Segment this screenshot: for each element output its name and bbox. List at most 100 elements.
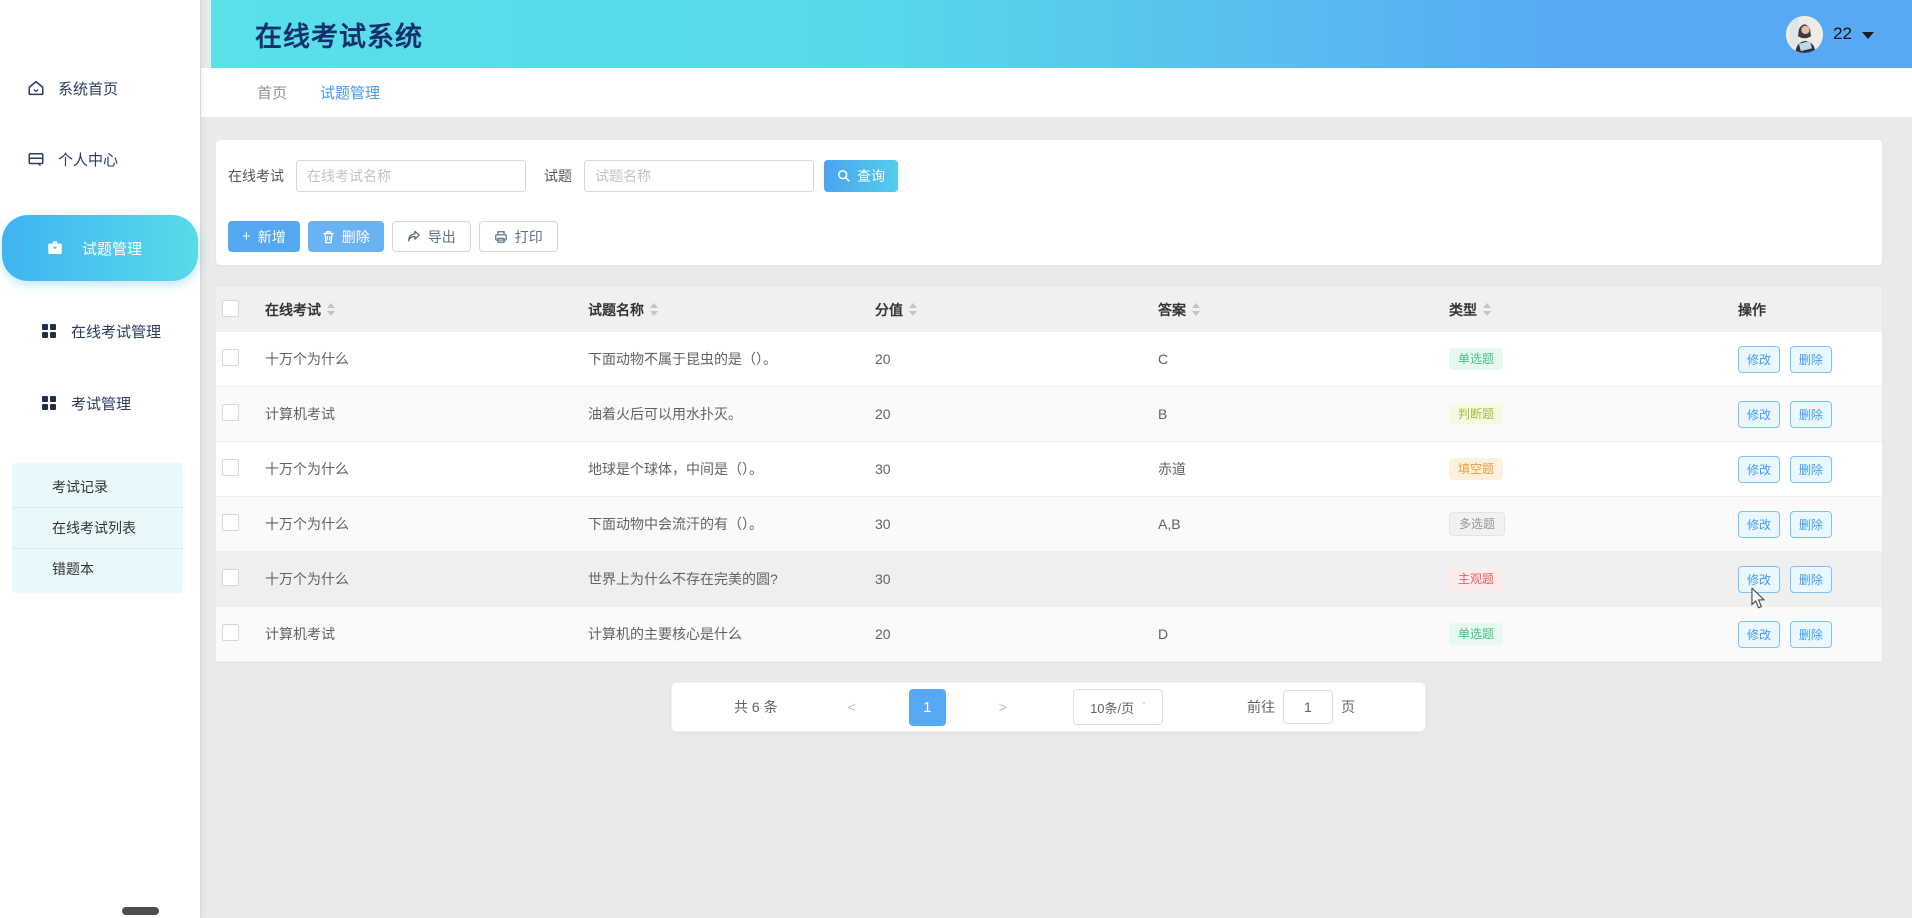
row-checkbox[interactable] [222, 514, 239, 531]
row-delete-button[interactable]: 删除 [1790, 346, 1832, 373]
table-column-header[interactable]: 类型 [1449, 300, 1738, 320]
pagination-bar: 共 6 条 < 1 > 10条/页 ˇ 前往 页 [671, 682, 1426, 732]
breadcrumb-tabs: 首页 试题管理 [201, 68, 1912, 117]
sort-caret-icon[interactable] [1192, 303, 1200, 316]
row-delete-button[interactable]: 删除 [1790, 566, 1832, 593]
submenu-item-online-exam-list[interactable]: 在线考试列表 [12, 508, 183, 549]
row-delete-button[interactable]: 删除 [1790, 511, 1832, 538]
cell-score: 30 [875, 571, 1158, 587]
export-arrow-icon [407, 230, 421, 243]
table-row: 计算机考试 油着火后可以用水扑灭。 20 B 判断题 修改 删除 [216, 387, 1882, 442]
row-checkbox[interactable] [222, 349, 239, 366]
goto-page-input[interactable] [1283, 690, 1333, 724]
sort-caret-icon[interactable] [650, 303, 658, 316]
sort-caret-icon[interactable] [1483, 303, 1491, 316]
cell-exam-name: 十万个为什么 [265, 514, 588, 534]
tab-question-management[interactable]: 试题管理 [320, 82, 380, 103]
sidebar-item-profile[interactable]: 个人中心 [0, 139, 200, 179]
submenu-item-exam-records[interactable]: 考试记录 [12, 467, 183, 508]
row-checkbox[interactable] [222, 624, 239, 641]
sidebar-submenu: 考试记录 在线考试列表 错题本 [12, 463, 183, 593]
add-button[interactable]: + 新增 [228, 221, 300, 252]
sidebar-item-label: 考试管理 [71, 393, 131, 414]
cell-question-title: 下面动物不属于昆虫的是（）。 [588, 349, 875, 369]
column-label: 在线考试 [265, 300, 321, 320]
table-column-header[interactable]: 试题名称 [588, 300, 875, 320]
cell-exam-name: 十万个为什么 [265, 349, 588, 369]
row-checkbox[interactable] [222, 569, 239, 586]
question-type-badge: 单选题 [1449, 348, 1503, 370]
row-checkbox-cell [216, 569, 265, 589]
user-avatar[interactable] [1786, 16, 1823, 53]
row-checkbox[interactable] [222, 404, 239, 421]
row-delete-button[interactable]: 删除 [1790, 401, 1832, 428]
print-button[interactable]: 打印 [479, 221, 558, 252]
table-column-header[interactable]: 答案 [1158, 300, 1449, 320]
search-button-label: 查询 [857, 166, 885, 186]
cell-type: 多选题 [1449, 512, 1738, 536]
sidebar-item-exam-management[interactable]: 考试管理 [0, 383, 200, 423]
page-size-select[interactable]: 10条/页 ˇ [1073, 689, 1163, 725]
row-edit-button[interactable]: 修改 [1738, 346, 1780, 373]
cell-answer: C [1158, 351, 1449, 367]
cell-type: 单选题 [1449, 623, 1738, 645]
sort-caret-icon[interactable] [909, 303, 917, 316]
submenu-item-wrong-question-book[interactable]: 错题本 [12, 549, 183, 589]
export-button[interactable]: 导出 [392, 221, 471, 252]
row-delete-button[interactable]: 删除 [1790, 621, 1832, 648]
briefcase-icon [46, 239, 64, 257]
next-page-button[interactable]: > [999, 699, 1007, 715]
user-name[interactable]: 22 [1833, 24, 1852, 44]
page-title: 在线考试系统 [255, 15, 423, 54]
cell-actions: 修改 删除 [1738, 456, 1882, 483]
row-edit-button[interactable]: 修改 [1738, 401, 1780, 428]
cell-question-title: 计算机的主要核心是什么 [588, 624, 875, 644]
sidebar-scrollbar-thumb[interactable] [122, 907, 159, 915]
sidebar-item-online-exam-management[interactable]: 在线考试管理 [0, 311, 200, 351]
sidebar-item-question-management[interactable]: 试题管理 [2, 215, 198, 281]
goto-label: 前往 [1247, 697, 1275, 717]
search-icon [837, 169, 851, 183]
user-menu[interactable]: 22 [1786, 16, 1874, 53]
column-label: 分值 [875, 300, 903, 320]
sort-caret-icon[interactable] [327, 303, 335, 316]
chevron-down-icon: ˇ [1142, 701, 1146, 713]
row-checkbox[interactable] [222, 459, 239, 476]
toolbar: + 新增 删除 [228, 221, 1858, 252]
trash-icon [322, 230, 335, 244]
prev-page-button[interactable]: < [848, 699, 856, 715]
select-all-checkbox[interactable] [222, 300, 239, 317]
cell-exam-name: 计算机考试 [265, 624, 588, 644]
table-column-header[interactable]: 操作 [1738, 300, 1882, 320]
cell-exam-name: 十万个为什么 [265, 569, 588, 589]
cell-answer: B [1158, 406, 1449, 422]
search-button[interactable]: 查询 [824, 160, 898, 192]
filter-card: 在线考试 试题 查询 + 新增 [216, 140, 1882, 265]
row-edit-button[interactable]: 修改 [1738, 456, 1780, 483]
sidebar-item-system-home[interactable]: 系统首页 [0, 68, 200, 108]
page-number-button[interactable]: 1 [909, 689, 946, 726]
row-edit-button[interactable]: 修改 [1738, 566, 1780, 593]
table-row: 计算机考试 计算机的主要核心是什么 20 D 单选题 修改 删除 [216, 607, 1882, 662]
table-column-header[interactable]: 分值 [875, 300, 1158, 320]
cell-answer: D [1158, 626, 1449, 642]
question-type-badge: 主观题 [1449, 568, 1503, 590]
cell-answer: A,B [1158, 516, 1449, 532]
sidebar-item-label: 在线考试管理 [71, 321, 161, 342]
exam-filter-input[interactable] [296, 160, 526, 192]
caret-down-icon[interactable] [1862, 32, 1874, 39]
cell-question-title: 地球是个球体，中间是（）。 [588, 459, 875, 479]
cell-actions: 修改 删除 [1738, 401, 1882, 428]
add-button-label: 新增 [258, 227, 286, 247]
tab-home[interactable]: 首页 [257, 82, 287, 103]
question-filter-input[interactable] [584, 160, 814, 192]
row-delete-button[interactable]: 删除 [1790, 456, 1832, 483]
cell-score: 30 [875, 461, 1158, 477]
cell-actions: 修改 删除 [1738, 621, 1882, 648]
table-column-header[interactable]: 在线考试 [265, 300, 588, 320]
goto-suffix: 页 [1341, 697, 1355, 717]
row-edit-button[interactable]: 修改 [1738, 621, 1780, 648]
sidebar-item-label: 试题管理 [82, 238, 142, 259]
delete-button[interactable]: 删除 [308, 221, 384, 252]
row-edit-button[interactable]: 修改 [1738, 511, 1780, 538]
